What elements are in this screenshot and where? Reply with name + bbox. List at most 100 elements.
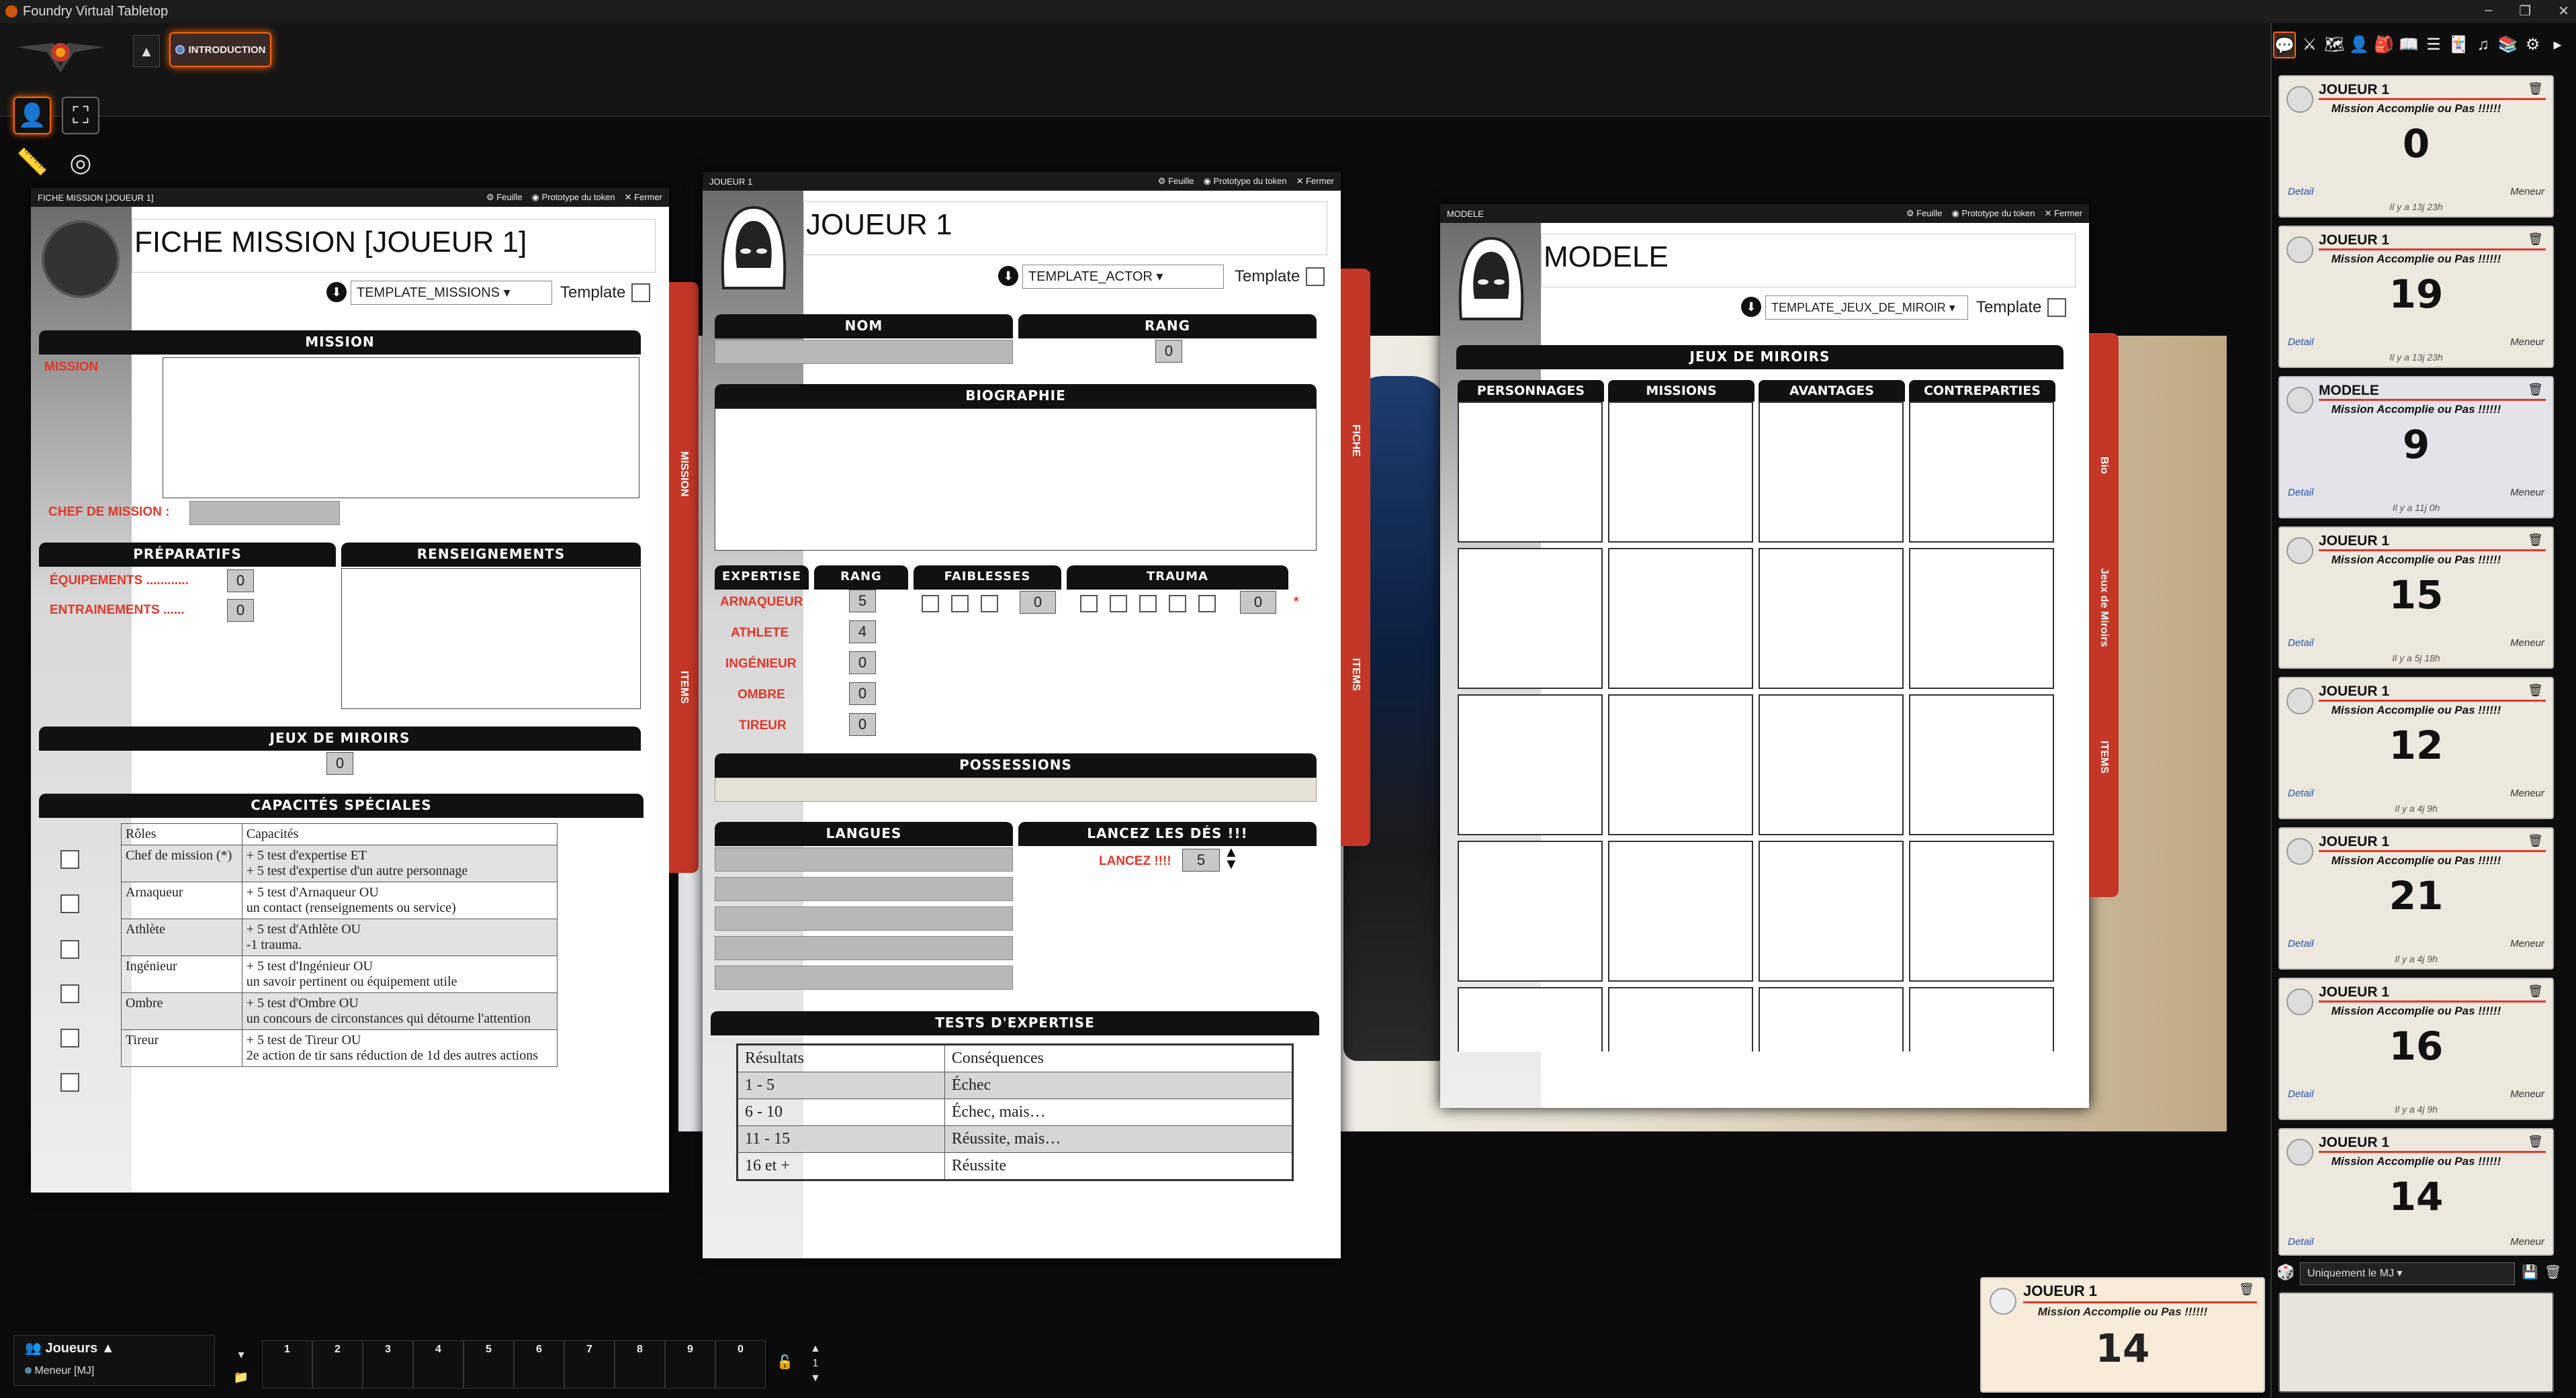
roll-result[interactable]: 0: [2280, 121, 2552, 167]
settings-tab-icon[interactable]: ⚙: [2522, 32, 2544, 58]
trauma-checkbox-1[interactable]: [1080, 595, 1098, 612]
page-up-icon[interactable]: ▲: [810, 1342, 821, 1356]
scene-nav-toggle-button[interactable]: ▲: [133, 35, 160, 67]
faiblesse-checkbox-3[interactable]: [981, 595, 998, 612]
faiblesse-checkbox-1[interactable]: [922, 595, 939, 612]
detail-link[interactable]: Detail: [2288, 788, 2313, 799]
mirror-cell[interactable]: [1759, 841, 1904, 982]
expertise-tireur-input[interactable]: 0: [849, 713, 876, 736]
langue-input-1[interactable]: [715, 847, 1013, 872]
feuille-button[interactable]: ⚙ Feuille: [486, 192, 523, 203]
mirror-cell[interactable]: [1458, 548, 1603, 689]
modele-sheet-header[interactable]: MODELE ⚙ Feuille ◉ Prototype du token ✕ …: [1440, 204, 2089, 223]
trauma-input[interactable]: 0: [1240, 591, 1276, 614]
langue-input-4[interactable]: [715, 936, 1013, 960]
mirror-cell[interactable]: [1608, 548, 1753, 689]
mirror-cell[interactable]: [1608, 694, 1753, 835]
maximize-button[interactable]: ❐: [2519, 3, 2531, 19]
mirror-cell[interactable]: [1759, 548, 1904, 689]
equipements-input[interactable]: 0: [227, 569, 254, 592]
expertise-arnaqueur-input[interactable]: 5: [849, 590, 876, 612]
macro-slot[interactable]: 6: [514, 1340, 564, 1389]
mirror-cell[interactable]: [1759, 402, 1904, 543]
actors-tab-icon[interactable]: 👤: [2348, 32, 2370, 58]
mirror-cell[interactable]: [1909, 402, 2054, 543]
tab-bio[interactable]: Bio: [2098, 457, 2110, 474]
cards-tab-icon[interactable]: 🃏: [2447, 32, 2469, 58]
trash-icon[interactable]: 🗑: [2528, 533, 2543, 547]
renseignements-textarea[interactable]: [341, 568, 641, 709]
collapse-hotbar-icon[interactable]: ▾: [231, 1343, 251, 1366]
collapse-sidebar-icon[interactable]: ▸: [2546, 32, 2569, 58]
mirror-cell[interactable]: [1909, 694, 2054, 835]
trash-icon[interactable]: 🗑: [2528, 383, 2543, 397]
miroirs-input[interactable]: 0: [326, 752, 353, 775]
players-title[interactable]: Joueurs: [45, 1341, 97, 1356]
scenes-tab-icon[interactable]: 🗺: [2323, 32, 2346, 58]
feuille-button[interactable]: ⚙ Feuille: [1906, 208, 1943, 219]
macro-slot[interactable]: 7: [564, 1340, 615, 1389]
mission-sheet-header[interactable]: FICHE MISSION [JOUEUR 1] ⚙ Feuille ◉ Pro…: [31, 188, 669, 207]
role-checkbox-1[interactable]: [60, 850, 79, 869]
tab-fiche[interactable]: FICHE: [1349, 424, 1362, 457]
lancez-button[interactable]: LANCEZ !!!!: [1099, 854, 1171, 869]
expertise-ombre-input[interactable]: 0: [849, 682, 876, 705]
lancez-dice-input[interactable]: 5: [1182, 849, 1220, 872]
trauma-checkbox-2[interactable]: [1110, 595, 1127, 612]
template-checkbox[interactable]: [2047, 298, 2066, 317]
mirror-cell[interactable]: [1608, 841, 1753, 982]
macro-slot[interactable]: 3: [363, 1340, 413, 1389]
folder-icon[interactable]: 📁: [231, 1366, 251, 1389]
mirror-cell[interactable]: [1909, 548, 2054, 689]
detail-link[interactable]: Detail: [2288, 487, 2313, 498]
entrainements-input[interactable]: 0: [227, 599, 254, 622]
tab-mission[interactable]: MISSION: [678, 451, 690, 497]
macro-slot[interactable]: 4: [413, 1340, 463, 1389]
trash-icon[interactable]: 🗑: [2528, 232, 2543, 246]
chat-tab-icon[interactable]: 💬: [2273, 32, 2296, 58]
roll-result[interactable]: 19: [2280, 271, 2552, 317]
roll-result[interactable]: 14: [1982, 1325, 2264, 1371]
macro-slot[interactable]: 0: [715, 1340, 766, 1389]
mission-textarea[interactable]: [163, 357, 639, 498]
roll-result[interactable]: 12: [2280, 723, 2552, 768]
expertise-athlete-input[interactable]: 4: [849, 620, 876, 643]
items-tab-icon[interactable]: 🎒: [2373, 32, 2395, 58]
prototype-token-button[interactable]: ◉ Prototype du token: [1951, 208, 2035, 219]
roll-mode-select[interactable]: Uniquement le MJ ▾: [2300, 1262, 2515, 1285]
tab-items[interactable]: ITEMS: [1349, 658, 1362, 691]
ruler-tool-button[interactable]: 📏: [13, 144, 51, 181]
compendium-tab-icon[interactable]: 📚: [2497, 32, 2519, 58]
detail-link[interactable]: Detail: [2288, 1236, 2313, 1248]
dice-roll-icon[interactable]: 🎲: [2276, 1264, 2296, 1284]
role-checkbox-3[interactable]: [60, 940, 79, 959]
scene-tab-introduction[interactable]: INTRODUCTION: [169, 32, 271, 67]
download-icon[interactable]: ⬇: [998, 266, 1018, 286]
minimize-button[interactable]: –: [2485, 3, 2492, 19]
fullscreen-button[interactable]: ⛶: [62, 97, 99, 134]
roll-result[interactable]: 14: [2280, 1174, 2552, 1219]
close-window-button[interactable]: ✕: [2558, 3, 2569, 19]
journal-tab-icon[interactable]: 📖: [2398, 32, 2420, 58]
lock-icon[interactable]: 🔓: [776, 1354, 793, 1370]
tab-jeux-de-miroirs[interactable]: Jeux de Miroirs: [2098, 568, 2110, 647]
roll-result[interactable]: 9: [2280, 422, 2552, 467]
macro-slot[interactable]: 8: [615, 1340, 665, 1389]
expertise-ingenieur-input[interactable]: 0: [849, 651, 876, 674]
template-select[interactable]: TEMPLATE_JEUX_DE_MIROIR ▾: [1765, 295, 1968, 320]
possessions-list[interactable]: [715, 778, 1317, 802]
tab-items[interactable]: ITEMS: [2098, 741, 2110, 774]
role-checkbox-5[interactable]: [60, 1029, 79, 1047]
page-down-icon[interactable]: ▼: [810, 1371, 821, 1386]
macro-slot[interactable]: 5: [463, 1340, 514, 1389]
combat-tab-icon[interactable]: ⚔: [2299, 32, 2321, 58]
template-select[interactable]: TEMPLATE_MISSIONS ▾: [351, 281, 552, 305]
mirror-cell[interactable]: [1608, 987, 1753, 1052]
chef-input[interactable]: [189, 501, 340, 525]
bio-textarea[interactable]: [715, 408, 1317, 551]
feuille-button[interactable]: ⚙ Feuille: [1158, 176, 1194, 187]
trauma-checkbox-5[interactable]: [1198, 595, 1216, 612]
tables-tab-icon[interactable]: ☰: [2423, 32, 2445, 58]
faiblesse-checkbox-2[interactable]: [951, 595, 969, 612]
langue-input-5[interactable]: [715, 966, 1013, 990]
